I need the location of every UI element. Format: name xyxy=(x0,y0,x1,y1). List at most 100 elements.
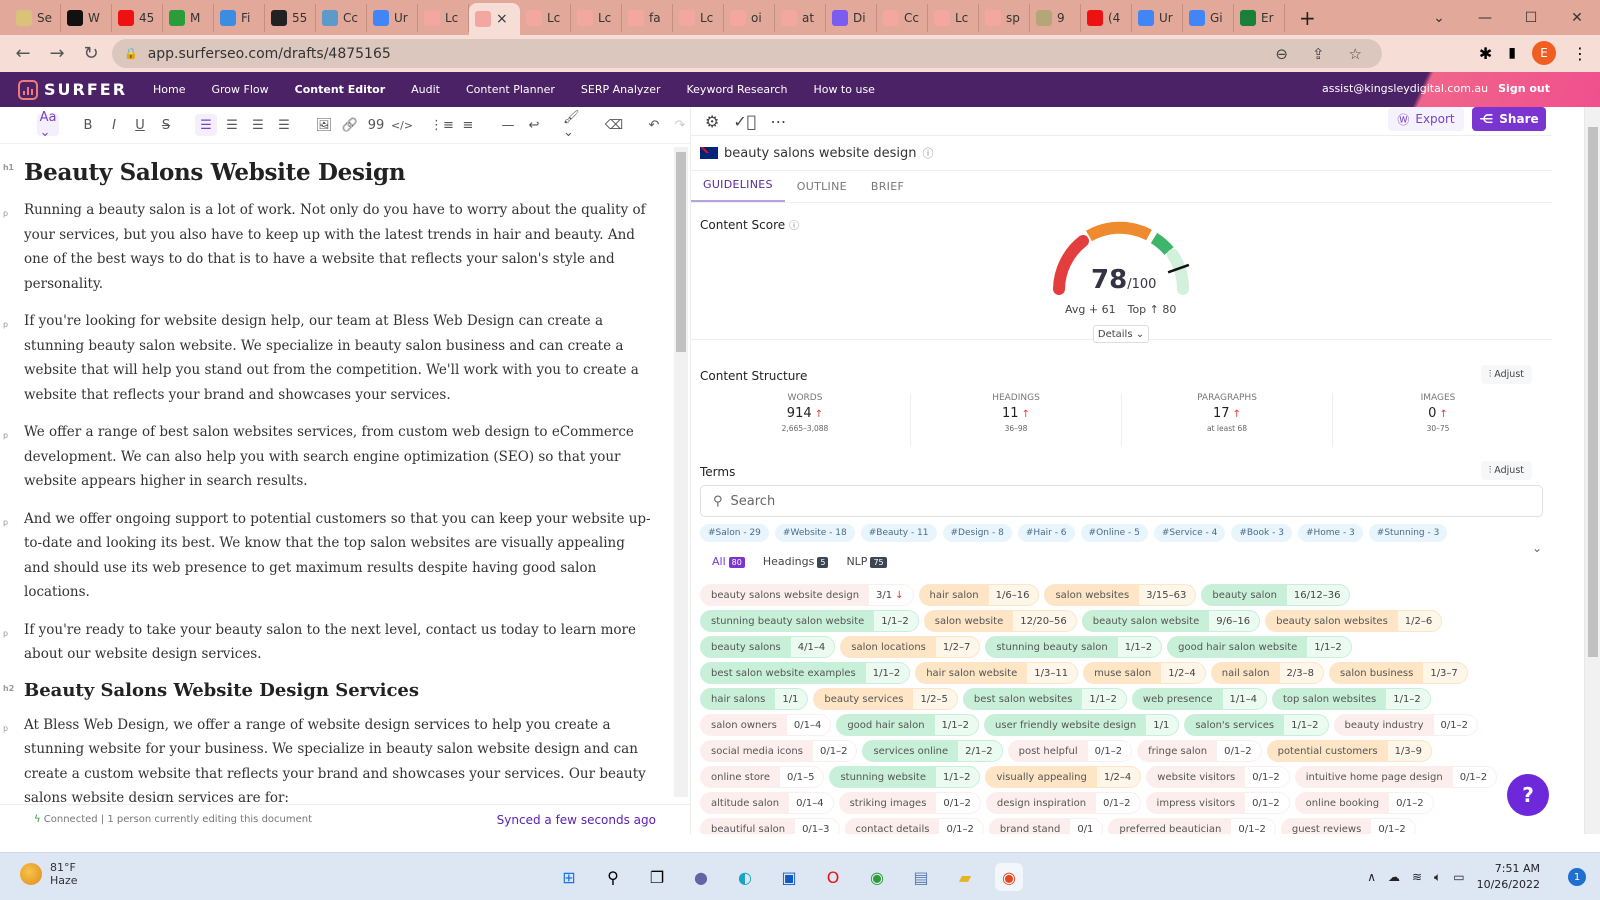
browser-tab[interactable]: Lc xyxy=(928,3,979,32)
doc-paragraph[interactable]: p At Bless Web Design, we offer a range o… xyxy=(0,713,672,803)
terms-adjust-button[interactable]: ⫶ Adjust xyxy=(1480,461,1532,480)
doc-paragraph[interactable]: p We offer a range of best salon websites… xyxy=(0,420,672,494)
info-icon[interactable]: ⓘ xyxy=(789,221,799,232)
font-style-dropdown[interactable]: Aa ⌄ xyxy=(37,110,59,140)
term-chip[interactable]: services online 2/1–2 xyxy=(862,740,1003,762)
underline-button[interactable]: U xyxy=(129,114,151,136)
browser-tab[interactable]: 45 xyxy=(112,3,163,32)
browser-tab[interactable]: (4 xyxy=(1081,3,1132,32)
term-chip[interactable]: beauty salon websites 1/2–6 xyxy=(1265,610,1443,632)
browser-tab[interactable]: Lc xyxy=(418,3,469,32)
term-chip[interactable]: good hair salon website 1/1–2 xyxy=(1167,636,1352,658)
align-left-icon[interactable]: ☰ xyxy=(195,114,217,136)
term-chip[interactable]: hair salon 1/6–16 xyxy=(918,584,1040,606)
side-panel-icon[interactable]: ▮ xyxy=(1508,45,1516,61)
clock[interactable]: 7:51 AM 10/26/2022 xyxy=(1477,861,1540,893)
tab-guidelines[interactable]: GUIDELINES xyxy=(691,178,785,202)
nav-how-to-use[interactable]: How to use xyxy=(813,83,875,96)
browser-tab[interactable]: Gi xyxy=(1183,3,1234,32)
term-chip[interactable]: online booking 0/1–2 xyxy=(1294,792,1434,814)
browser-tab[interactable]: W xyxy=(61,3,112,32)
term-chip[interactable]: fringe salon 0/1–2 xyxy=(1137,740,1262,762)
term-chip[interactable]: muse salon 1/2–4 xyxy=(1083,662,1206,684)
more-options-icon[interactable]: ⋯ xyxy=(770,112,786,131)
browser-tab[interactable]: Ur xyxy=(1132,3,1183,32)
term-chip[interactable]: stunning website 1/1–2 xyxy=(829,766,981,788)
chrome-profile-e-icon[interactable]: ◉ xyxy=(995,863,1023,891)
doc-heading[interactable]: h1 Beauty Salons Website Design xyxy=(0,159,672,186)
settings-gear-icon[interactable]: ⚙ xyxy=(705,112,719,131)
chrome-profile-m-icon[interactable]: ◉ xyxy=(863,863,891,891)
extensions-icon[interactable]: ✱ xyxy=(1479,44,1492,63)
forward-button[interactable]: → xyxy=(40,43,74,64)
start-icon[interactable]: ⊞ xyxy=(555,863,583,891)
teams-chat-icon[interactable]: ● xyxy=(687,863,715,891)
bold-button[interactable]: B xyxy=(77,114,99,136)
hashtag-chip[interactable]: #Salon - 29 xyxy=(700,524,769,542)
browser-tab[interactable]: Lc xyxy=(571,3,622,32)
align-justify-icon[interactable]: ☰ xyxy=(273,114,295,136)
edge-icon[interactable]: ◐ xyxy=(731,863,759,891)
profile-avatar[interactable]: E xyxy=(1532,41,1556,65)
tab-outline[interactable]: OUTLINE xyxy=(785,180,859,202)
doc-paragraph[interactable]: p Running a beauty salon is a lot of work… xyxy=(0,198,672,296)
term-chip[interactable]: contact details 0/1–2 xyxy=(844,818,984,834)
panel-scrollbar[interactable] xyxy=(1584,107,1600,834)
file-explorer-icon[interactable]: ▰ xyxy=(951,863,979,891)
document-body[interactable]: h1 Beauty Salons Website Design p Running a… xyxy=(0,147,672,802)
term-chip[interactable]: stunning beauty salon 1/1–2 xyxy=(985,636,1163,658)
term-chip[interactable]: salon website 12/20–56 xyxy=(923,610,1077,632)
info-icon[interactable]: ⓘ xyxy=(922,145,933,161)
term-chip[interactable]: guest reviews 0/1–2 xyxy=(1280,818,1416,834)
term-chip[interactable]: preferred beautician 0/1–2 xyxy=(1108,818,1276,834)
undo-icon[interactable]: ↶ xyxy=(643,114,665,136)
browser-tab[interactable]: M xyxy=(163,3,214,32)
battery-icon[interactable]: ▭ xyxy=(1453,870,1464,884)
back-button[interactable]: ← xyxy=(6,43,40,64)
blockquote-icon[interactable]: 99 xyxy=(365,114,387,136)
check-circle-icon[interactable]: ✓⃝ xyxy=(733,112,756,131)
zoom-out-icon[interactable]: ⊖ xyxy=(1275,45,1288,63)
insert-image-icon[interactable]: 🖼 xyxy=(313,114,335,136)
wifi-icon[interactable]: ≋ xyxy=(1412,870,1422,884)
sign-out-link[interactable]: Sign out xyxy=(1498,82,1550,95)
doc-paragraph[interactable]: p And we offer ongoing support to potenti… xyxy=(0,507,672,605)
term-chip[interactable]: web presence 1/1–4 xyxy=(1131,688,1267,710)
term-chip[interactable]: salon websites 3/15–63 xyxy=(1044,584,1197,606)
weather-widget[interactable]: 81°F Haze xyxy=(20,861,78,887)
browser-tab[interactable]: 55 xyxy=(265,3,316,32)
term-chip[interactable]: stunning beauty salon website 1/1–2 xyxy=(700,610,919,632)
filter-nlp[interactable]: NLP 75 xyxy=(846,555,887,568)
doc-paragraph[interactable]: p If you're looking for website design he… xyxy=(0,309,672,407)
search-icon[interactable]: ⚲ xyxy=(599,863,627,891)
term-chip[interactable]: nail salon 2/3–8 xyxy=(1210,662,1324,684)
term-chip[interactable]: post helpful 0/1–2 xyxy=(1007,740,1133,762)
term-chip[interactable]: striking images 0/1–2 xyxy=(838,792,981,814)
notepad-icon[interactable]: ▤ xyxy=(907,863,935,891)
nav-home[interactable]: Home xyxy=(153,83,185,96)
clear-format-eraser-icon[interactable]: ⌫ xyxy=(603,114,625,136)
redo-icon[interactable]: ↷ xyxy=(669,114,691,136)
notification-badge[interactable]: 1 xyxy=(1568,868,1586,886)
line-break-icon[interactable]: ↩ xyxy=(523,114,545,136)
task-view-icon[interactable]: ❐ xyxy=(643,863,671,891)
new-tab-button[interactable]: + xyxy=(1299,6,1316,30)
ordered-list-icon[interactable]: ⋮≡ xyxy=(430,114,454,136)
volume-icon[interactable]: 🔈︎ xyxy=(1434,870,1441,885)
expand-hashtags-icon[interactable]: ⌄ xyxy=(1532,541,1542,555)
highlight-brush-dropdown[interactable]: 🖌 ⌄ xyxy=(563,110,585,140)
surfer-logo[interactable]: SURFER xyxy=(18,79,127,100)
maximize-button[interactable]: ☐ xyxy=(1508,10,1554,26)
hashtag-chip[interactable]: #Website - 18 xyxy=(774,524,855,542)
nav-content-planner[interactable]: Content Planner xyxy=(466,83,555,96)
browser-tab[interactable]: Di xyxy=(826,3,877,32)
term-chip[interactable]: hair salon website 1/3–11 xyxy=(915,662,1079,684)
term-chip[interactable]: hair salons 1/1 xyxy=(700,688,809,710)
tab-search-icon[interactable]: ⌄ xyxy=(1416,10,1462,26)
hashtag-chip[interactable]: #Book - 3 xyxy=(1231,524,1292,542)
url-field[interactable]: 🔒 app.surferseo.com/drafts/4875165 ⊖ ⇪ ☆ xyxy=(112,39,1382,68)
close-window-button[interactable]: ✕ xyxy=(1554,10,1600,26)
details-dropdown[interactable]: Details ⌄ xyxy=(1093,325,1149,343)
browser-tab[interactable]: Cc xyxy=(877,3,928,32)
term-chip[interactable]: brand stand 0/1 xyxy=(988,818,1104,834)
